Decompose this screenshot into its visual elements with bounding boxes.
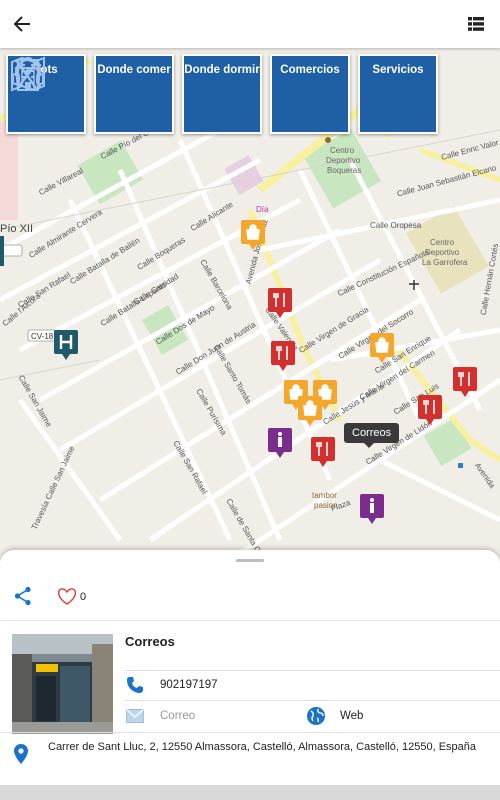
divider xyxy=(125,670,500,671)
area-label: Pío XII xyxy=(0,223,33,235)
bottom-strip xyxy=(0,785,500,800)
category-servicios-button[interactable]: Servicios xyxy=(12,54,438,134)
email-field[interactable]: Correo xyxy=(160,710,195,722)
svg-text:Boqueras: Boqueras xyxy=(327,166,361,175)
headset-icon xyxy=(12,59,44,91)
street-label: Calle Hernán Cortés xyxy=(479,243,500,316)
divider xyxy=(0,620,500,621)
street-label: Calle Alicante xyxy=(189,200,235,234)
street-label: Travesía Calle San Jaime xyxy=(30,444,77,531)
list-view-icon xyxy=(468,17,484,31)
divider xyxy=(0,732,500,733)
heart-icon xyxy=(57,588,77,605)
category-label: Donde comer xyxy=(97,64,171,76)
back-button[interactable] xyxy=(8,10,36,38)
info-marker xyxy=(268,428,292,458)
category-label: Donde dormir xyxy=(184,64,260,76)
hotel-marker xyxy=(54,330,78,360)
location-pin-icon xyxy=(14,744,28,764)
svg-text:Deportivo: Deportivo xyxy=(326,156,361,165)
street-label: Calle Enric Valor xyxy=(440,138,500,162)
phone-icon xyxy=(127,677,143,693)
category-bar: Tots Donde comer Donde dormir Comercios xyxy=(6,54,438,134)
phone-number[interactable]: 902197197 xyxy=(160,679,218,691)
category-label: Servicios xyxy=(372,64,424,76)
arrow-left-icon xyxy=(13,16,30,32)
like-button[interactable] xyxy=(57,588,77,610)
street-label: Calle Juan Sebastián Elcano xyxy=(396,163,498,198)
restaurant-marker xyxy=(311,437,335,467)
street-label: Calle Oropesa xyxy=(370,221,422,230)
category-donde-comer-button[interactable]: Donde comer xyxy=(15,54,174,134)
poi-dot xyxy=(325,137,331,143)
street-label: Calle San Rafael xyxy=(171,439,209,496)
marker-tooltip: Correos xyxy=(344,423,400,448)
category-label: Comercios xyxy=(280,64,340,76)
mail-icon xyxy=(126,709,144,723)
category-comercios-button[interactable]: Comercios xyxy=(14,54,350,134)
svg-text:Centro: Centro xyxy=(430,238,455,247)
web-button[interactable] xyxy=(306,706,326,731)
globe-icon xyxy=(307,707,325,725)
share-button[interactable] xyxy=(14,586,32,611)
top-toolbar xyxy=(0,0,500,48)
poi-dot xyxy=(458,463,463,468)
share-icon xyxy=(14,586,31,606)
poi-label: Día xyxy=(256,205,269,214)
call-button[interactable] xyxy=(126,676,144,699)
place-photo xyxy=(12,634,113,734)
info-marker-selected xyxy=(360,494,384,524)
email-button[interactable] xyxy=(126,709,144,728)
detail-sheet: 0 Correos 902197197 Correo Web Carrer de… xyxy=(0,550,500,785)
category-donde-dormir-button[interactable]: Donde dormir xyxy=(17,54,262,134)
street-label: Calle Villareal xyxy=(37,166,84,197)
svg-text:Centro: Centro xyxy=(330,146,355,155)
street-label: Avenida xyxy=(473,461,497,490)
divider xyxy=(125,700,500,701)
hotel-marker-edge xyxy=(0,236,4,266)
street-label: Calle Barcelona xyxy=(198,258,234,312)
map-view[interactable]: Calle Pío del Calvari Calle Villareal Ca… xyxy=(0,48,500,558)
like-count: 0 xyxy=(80,591,87,603)
road-shield-cv18: CV-18 xyxy=(31,332,54,341)
location-button[interactable] xyxy=(14,744,28,769)
svg-text:Deportivo: Deportivo xyxy=(425,248,460,257)
restaurant-marker xyxy=(271,341,295,371)
address-text: Carrer de Sant Lluc, 2, 12550 Almassora,… xyxy=(48,741,477,753)
place-title: Correos xyxy=(125,634,175,649)
drag-handle[interactable] xyxy=(236,559,264,562)
svg-text:La Garrofera: La Garrofera xyxy=(422,258,468,267)
svg-text:pasion: pasion xyxy=(314,501,338,510)
svg-text:tambor: tambor xyxy=(312,491,337,500)
action-row: 0 xyxy=(0,572,500,620)
list-view-button[interactable] xyxy=(462,10,490,38)
web-link[interactable]: Web xyxy=(340,710,363,722)
